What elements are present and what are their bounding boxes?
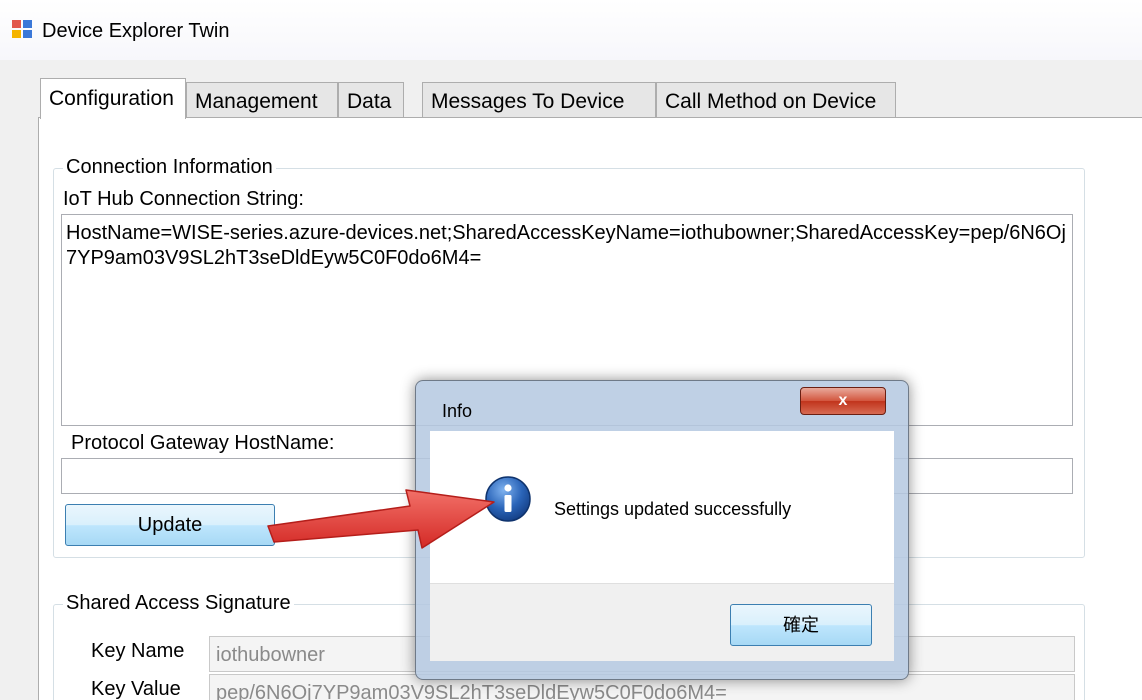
gateway-hostname-label: Protocol Gateway HostName: xyxy=(71,432,335,454)
annotation-arrow xyxy=(267,489,495,549)
window-title: Device Explorer Twin xyxy=(42,20,230,42)
arrow-shape xyxy=(267,489,495,549)
close-button[interactable]: x xyxy=(800,387,886,415)
tab-configuration[interactable]: Configuration xyxy=(40,78,186,119)
connection-info-title: Connection Information xyxy=(63,156,276,179)
tab-call-method-on-device[interactable]: Call Method on Device xyxy=(656,82,896,118)
tab-data[interactable]: Data xyxy=(338,82,404,118)
dialog-message: Settings updated successfully xyxy=(554,499,792,519)
dialog-footer: 確定 xyxy=(430,583,894,661)
sas-title: Shared Access Signature xyxy=(63,592,294,615)
app-window-icon xyxy=(12,20,32,38)
title-bar: Device Explorer Twin xyxy=(0,0,1142,60)
connection-string-label: IoT Hub Connection String: xyxy=(63,188,304,210)
key-name-label: Key Name xyxy=(91,640,185,662)
close-icon: x xyxy=(838,392,848,409)
dialog-title: Info xyxy=(442,401,473,421)
key-value-label: Key Value xyxy=(91,678,181,700)
tab-management[interactable]: Management xyxy=(186,82,338,118)
update-button[interactable]: Update xyxy=(65,504,275,546)
tab-messages-to-device[interactable]: Messages To Device xyxy=(422,82,656,118)
ok-button[interactable]: 確定 xyxy=(730,604,872,646)
